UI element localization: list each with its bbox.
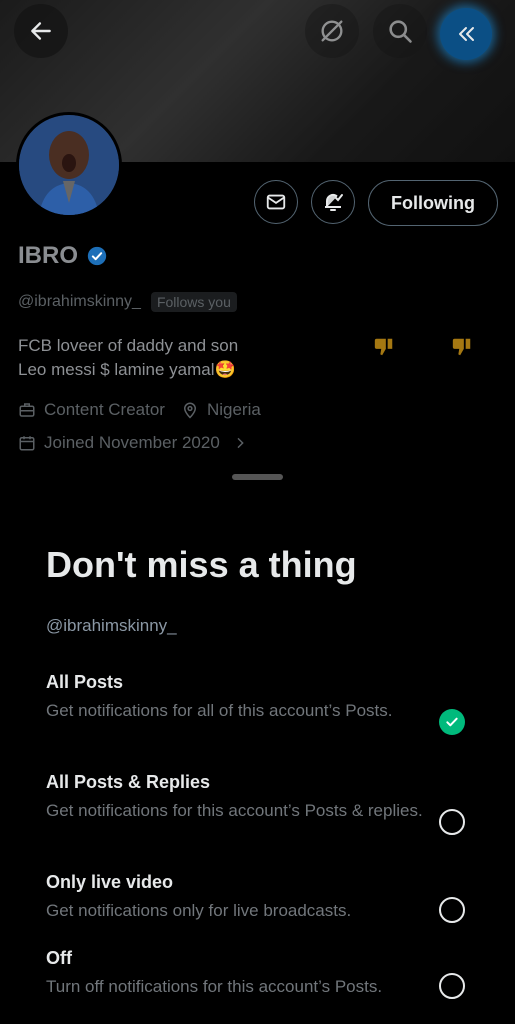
profile-location: Nigeria [206,400,261,419]
notifications-button[interactable] [311,180,355,224]
bio-line-1: FCB loveer of daddy and son [18,336,239,355]
option-description: Get notifications for all of this accoun… [46,701,393,720]
checkmark-icon [446,717,458,727]
arrow-left-icon [31,22,51,40]
radio-all-posts-replies[interactable] [439,809,465,835]
bell-check-icon [325,193,343,211]
option-title: All Posts [46,672,124,692]
profile-category: Content Creator [44,400,165,419]
briefcase-icon [19,403,35,417]
profile-joined: Joined November 2020 [44,433,220,452]
collapse-button[interactable] [440,8,492,60]
verified-badge-icon[interactable] [86,245,108,267]
message-button[interactable] [254,180,298,224]
thumbs-down-icon [452,338,471,356]
sheet-drag-handle[interactable] [232,474,283,480]
thumbs-down-icon [374,338,393,356]
chevron-right-icon [237,437,244,449]
double-chevron-left-icon [459,27,474,41]
profile-bio: FCB loveer of daddy and son Leo messi $ … [18,334,238,382]
calendar-icon [19,436,35,451]
option-all-posts[interactable]: All Posts Get notifications for all of t… [46,672,446,723]
grok-button[interactable] [305,4,359,58]
option-description: Get notifications for this account’s Pos… [46,801,423,820]
option-description: Turn off notifications for this account’… [46,977,383,996]
follows-you-badge: Follows you [150,292,237,312]
option-description: Get notifications only for live broadcas… [46,901,352,920]
radio-only-live-video[interactable] [439,897,465,923]
search-icon [389,20,412,43]
bio-line-2: Leo messi $ lamine yamal🤩 [18,360,236,379]
following-button[interactable]: Following [368,180,498,226]
option-title: Only live video [46,872,174,892]
option-all-posts-replies[interactable]: All Posts & Replies Get notifications fo… [46,772,446,823]
location-pin-icon [183,402,196,419]
option-off[interactable]: Off Turn off notifications for this acco… [46,948,446,999]
profile-name-row: IBRO [18,242,108,270]
search-button[interactable] [373,4,427,58]
sheet-title: Don't miss a thing [46,544,357,585]
profile-joined-row[interactable]: Joined November 2020 [18,433,248,453]
avatar-image [19,115,119,215]
handle-row: @ibrahimskinny_ Follows you [18,292,237,312]
profile-name: IBRO [18,242,78,269]
avatar[interactable] [16,112,122,218]
option-title: Off [46,948,72,968]
radio-off[interactable] [439,973,465,999]
grok-icon [321,20,343,42]
profile-meta-row: Content Creator Nigeria [18,400,261,420]
profile-handle: @ibrahimskinny_ [18,293,141,310]
envelope-icon [266,194,286,210]
radio-all-posts[interactable] [439,709,465,735]
back-button[interactable] [14,4,68,58]
option-title: All Posts & Replies [46,772,211,792]
sheet-handle: @ibrahimskinny_ [46,616,177,635]
option-only-live-video[interactable]: Only live video Get notifications only f… [46,872,446,923]
